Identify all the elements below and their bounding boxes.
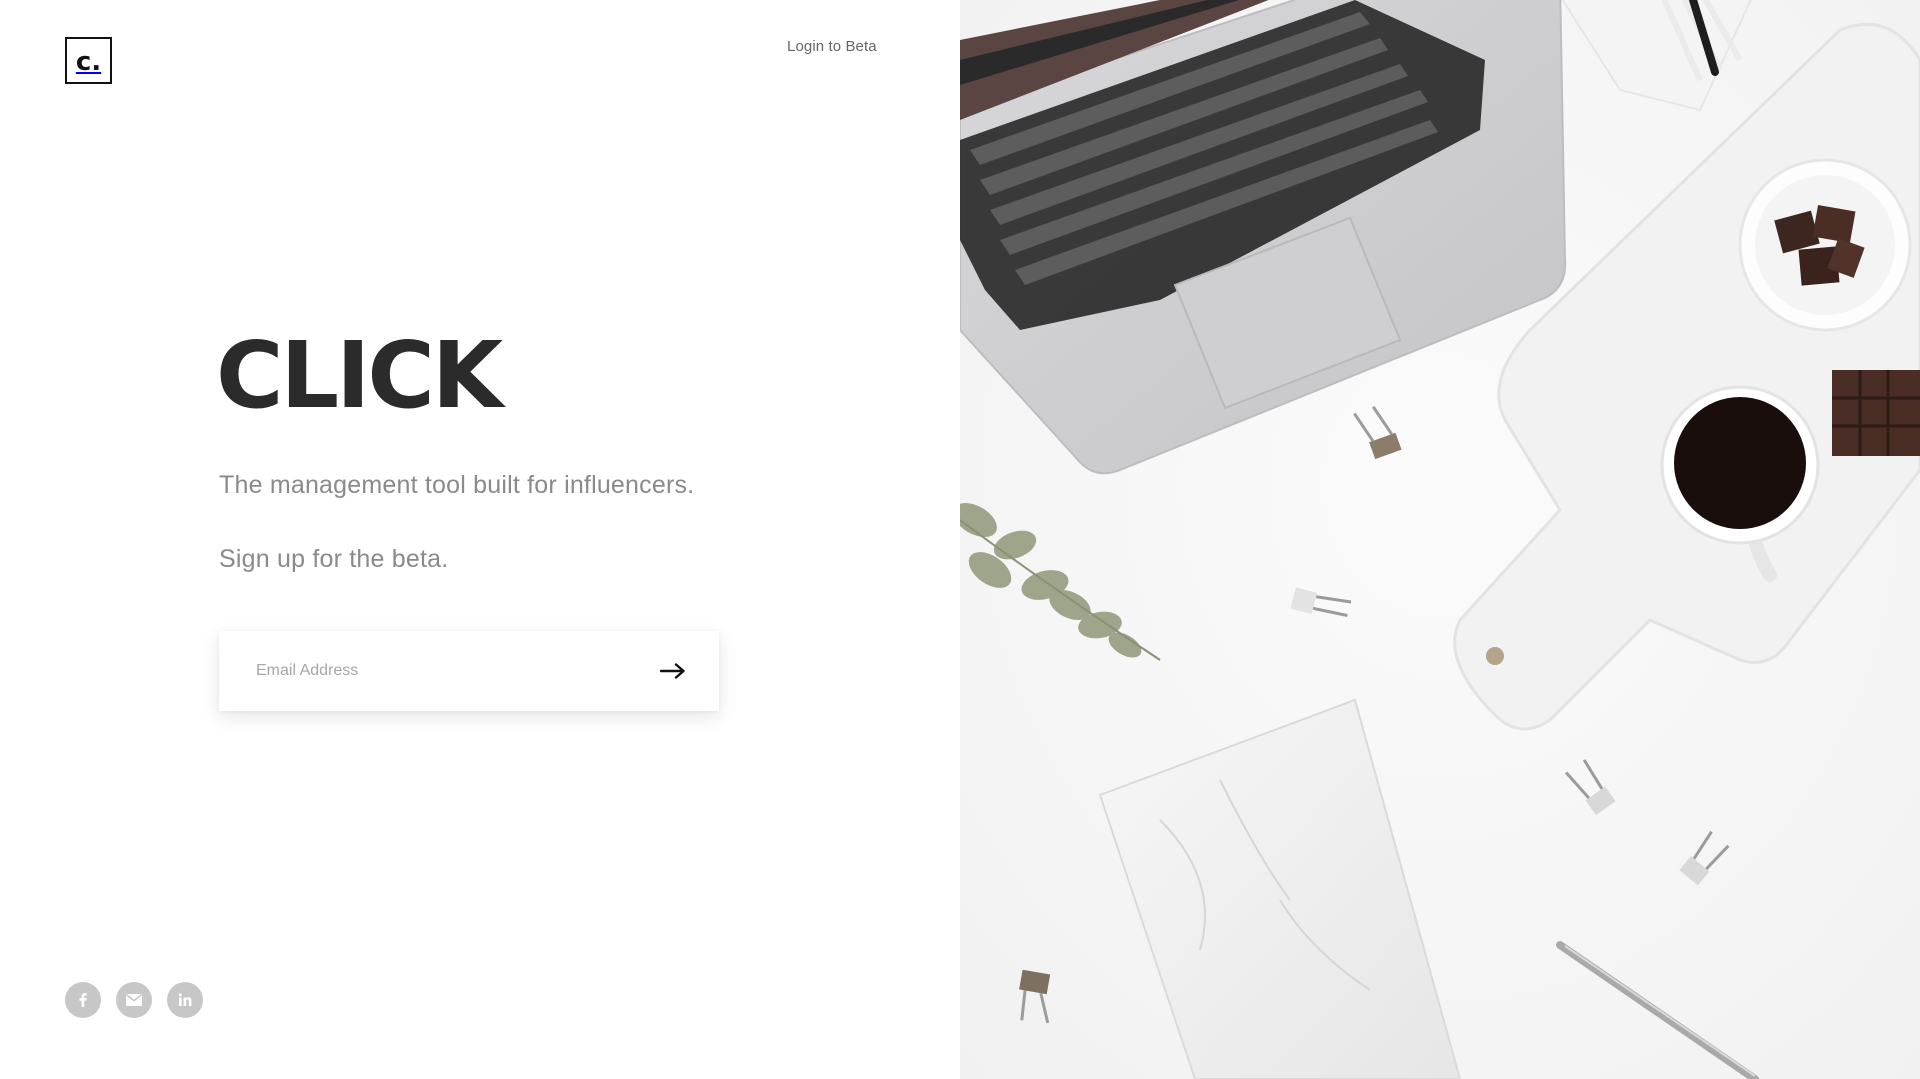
social-links bbox=[65, 982, 203, 1018]
desk-photo-illustration bbox=[960, 0, 1920, 1079]
chocolate-bowl bbox=[1738, 158, 1912, 332]
email-input[interactable] bbox=[254, 650, 638, 692]
linkedin-icon bbox=[178, 993, 192, 1006]
email-signup-form bbox=[219, 631, 719, 711]
login-to-beta-link[interactable]: Login to Beta bbox=[787, 38, 877, 55]
content-panel: c. Login to Beta CLICK The management to… bbox=[0, 0, 960, 1079]
signup-prompt: Sign up for the beta. bbox=[219, 545, 449, 573]
tagline: The management tool built for influencer… bbox=[219, 471, 695, 499]
page-title: CLICK bbox=[216, 322, 503, 429]
submit-button[interactable] bbox=[657, 655, 689, 687]
email-icon bbox=[126, 994, 142, 1006]
landing-page: c. Login to Beta CLICK The management to… bbox=[0, 0, 1920, 1079]
facebook-link[interactable] bbox=[65, 982, 101, 1018]
email-link[interactable] bbox=[116, 982, 152, 1018]
chocolate-bar bbox=[1832, 370, 1920, 456]
brand-logo[interactable]: c. bbox=[65, 37, 112, 84]
hero-photo bbox=[960, 0, 1920, 1079]
arrow-right-icon bbox=[660, 663, 685, 679]
linkedin-link[interactable] bbox=[167, 982, 203, 1018]
logo-text: c. bbox=[75, 46, 102, 77]
facebook-icon bbox=[79, 993, 87, 1007]
